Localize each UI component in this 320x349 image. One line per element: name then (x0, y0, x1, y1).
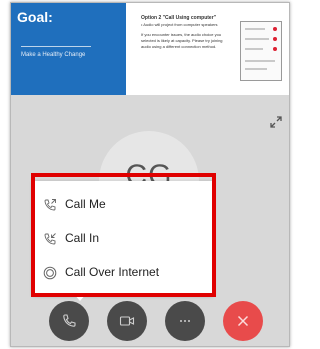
video-camera-icon (119, 316, 135, 326)
meeting-window: Goal: Make a Healthy Change Option 2 "Ca… (10, 2, 290, 347)
shared-slide: Goal: Make a Healthy Change Option 2 "Ca… (11, 3, 289, 95)
thumb-dot (273, 37, 277, 41)
video-button[interactable] (107, 301, 147, 341)
slide-divider (21, 46, 91, 47)
thumb-line (245, 38, 269, 40)
audio-button[interactable] (49, 301, 89, 341)
thumb-line (245, 48, 263, 50)
slide-instructions: Option 2 "Call Using computer" • Audio w… (141, 15, 223, 50)
slide-option-line1: • Audio will project from computer speak… (141, 22, 218, 27)
slide-goal-title: Goal: (17, 9, 53, 25)
highlight-box (31, 173, 216, 297)
expand-icon[interactable] (269, 115, 283, 129)
slide-goal-panel: Goal: Make a Healthy Change (11, 3, 126, 95)
close-icon (237, 315, 249, 327)
thumb-line (245, 60, 275, 62)
phone-icon (63, 314, 76, 327)
slide-goal-subtitle: Make a Healthy Change (21, 52, 86, 58)
slide-dialog-thumbnail (240, 21, 282, 81)
slide-option-title: Option 2 "Call Using computer" (141, 15, 217, 21)
more-icon (180, 320, 190, 322)
leave-button[interactable] (223, 301, 263, 341)
thumb-line (245, 28, 265, 30)
slide-option-line2: If you encounter issues, the audio choic… (141, 32, 223, 49)
thumb-line (245, 68, 267, 70)
more-button[interactable] (165, 301, 205, 341)
thumb-dot (273, 47, 277, 51)
thumb-dot (273, 27, 277, 31)
